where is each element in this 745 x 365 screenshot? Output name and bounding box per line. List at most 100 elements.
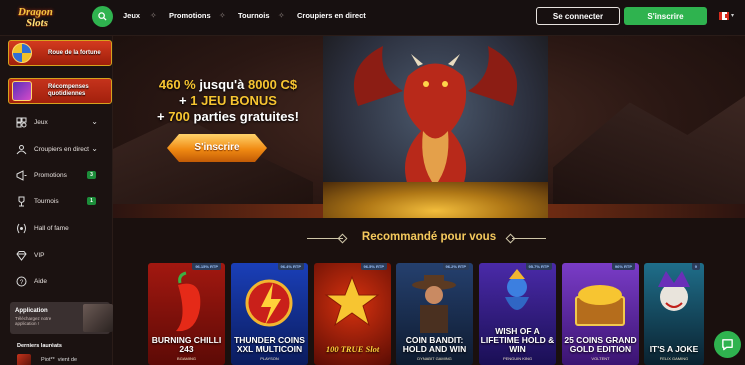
bonus-game: 1 JEU BONUS [190,93,277,108]
rtp-badge: 96.4% RTP [277,263,304,270]
app-subtitle: Téléchargez notre application ! [15,316,52,326]
games-icon [16,117,27,128]
phone-image [83,304,113,332]
svg-text:?: ? [20,279,24,286]
sidebar: Roue de la fortune Récompenses quotidien… [0,36,113,365]
sidebar-item-promotions[interactable]: Promotions 3 [16,168,106,182]
free-spins-text: parties gratuites! [189,109,299,124]
bonus-amount: 8000 C$ [247,77,298,92]
logo-text-line2: Slots [26,17,49,29]
free-spins-count: 700 [168,109,190,124]
game-provider: DYNABIT GAMING [417,356,452,361]
game-title: 100 TRUE Slot [325,344,380,354]
rtp-badge: 95.7% RTP [525,263,552,270]
laurel-icon [16,223,27,234]
game-provider: FELIX GAMING [659,356,689,361]
nav-croupiers[interactable]: Croupiers en direct [297,11,366,20]
game-title: WISH OF A LIFETIME HOLD & WIN [480,326,555,354]
dragon-slots-logo[interactable]: Dragon Slots [14,4,66,32]
live-dealer-icon [16,144,27,155]
hero-signup-button[interactable]: S'inscrire [167,134,267,162]
app-root: Dragon Slots Jeux ✧ Promotions ✧ Tournoi… [0,0,745,365]
wheel-of-fortune-card[interactable]: Roue de la fortune [8,40,112,66]
winner-row[interactable]: Piot** vient de [17,354,77,365]
sidebar-item-label: Croupiers en direct [34,145,89,153]
game-card-its-a-joke[interactable]: 9 IT'S A JOKE FELIX GAMING [644,263,704,365]
sidebar-item-label: Hall of fame [34,224,69,232]
search-button[interactable] [92,6,113,27]
hero-headline-line3: + 700 parties gratuites! [113,109,343,124]
bonus-percent: 460 % [158,77,196,92]
canada-flag-icon[interactable] [719,12,729,20]
game-title: 25 COINS GRAND GOLD EDITION [564,335,637,354]
title-decoration [512,238,546,239]
latest-winners-title: Derniers lauréats [17,343,62,349]
plus-sign: + [179,93,191,108]
sidebar-item-tournois[interactable]: Tournois 1 [16,194,106,208]
game-card-100-true-slot[interactable]: 96.5% RTP 100 TRUE Slot [314,263,391,365]
sidebar-item-vip[interactable]: VIP [16,248,106,262]
login-button[interactable]: Se connecter [536,7,620,25]
game-card-burning-chilli[interactable]: 96.15% RTP BURNING CHILLI 243 BGAMING [148,263,225,365]
nav-separator-icon: ✧ [150,11,157,20]
nav-separator-icon: ✧ [219,11,226,20]
daily-rewards-label: Récompenses quotidiennes [48,84,89,97]
rtp-badge: 9 [691,263,700,270]
game-card-thunder-coins[interactable]: 96.4% RTP THUNDER COINS XXL MULTICOIN PL… [231,263,308,365]
sidebar-item-hall-of-fame[interactable]: Hall of fame [16,221,106,235]
help-icon: ? [16,276,27,287]
top-bar: Dragon Slots Jeux ✧ Promotions ✧ Tournoi… [0,0,745,36]
hero-mountain-left [113,116,313,218]
trophy-icon [16,196,27,207]
count-badge: 1 [87,197,96,205]
chat-icon [722,339,733,351]
hero-banner[interactable]: 460 % jusqu'à 8000 C$ + 1 JEU BONUS + 70… [113,36,745,218]
fortune-wheel-icon [12,43,32,63]
plus-sign: + [156,109,169,124]
treasure-chest-icon [12,81,32,101]
game-title: THUNDER COINS XXL MULTICOIN [234,335,305,354]
game-provider: PENGUIN KING [502,356,533,361]
live-chat-button[interactable] [714,331,741,358]
sidebar-item-label: Aide [34,277,48,285]
sidebar-item-aide[interactable]: ? Aide [16,274,106,288]
search-icon [98,12,107,21]
diamond-icon [16,250,27,261]
game-title: COIN BANDIT: HOLD AND WIN [402,335,467,354]
nav-promotions[interactable]: Promotions [169,11,211,20]
game-card-wish-of-a-lifetime[interactable]: 95.7% RTP WISH OF A LIFETIME HOLD & WIN … [479,263,556,365]
hero-headline-line1: 460 % jusqu'à 8000 C$ [113,77,343,92]
signup-button[interactable]: S'inscrire [624,7,707,25]
rtp-badge: 96.2% RTP [442,263,469,270]
sidebar-item-label: VIP [34,251,45,259]
rtp-badge: 96.5% RTP [360,263,387,270]
count-badge: 3 [87,171,96,179]
winner-name: Piot** [41,357,55,363]
nav-jeux[interactable]: Jeux [123,11,140,20]
app-title: Application [15,308,48,314]
sidebar-item-label: Jeux [34,118,48,126]
hero-headline-line2: + 1 JEU BONUS [113,93,343,108]
game-title: IT'S A JOKE [649,344,699,354]
daily-rewards-card[interactable]: Récompenses quotidiennes [8,78,112,104]
megaphone-icon [16,169,27,181]
game-card-coin-bandit[interactable]: 96.2% RTP COIN BANDIT: HOLD AND WIN DYNA… [396,263,473,365]
recommended-title: Recommandé pour vous [361,231,497,243]
sidebar-item-label: Promotions [34,171,67,179]
nav-tournois[interactable]: Tournois [238,11,270,20]
game-thumbnail [17,354,31,365]
rtp-badge: 96% RTP [611,263,635,270]
sidebar-item-croupiers[interactable]: Croupiers en direct ⌄ [16,142,106,156]
game-card-25-coins[interactable]: 96% RTP 25 COINS GRAND GOLD EDITION VOLT… [562,263,639,365]
chevron-down-icon: ⌄ [91,117,98,126]
game-provider: BGAMING [177,356,196,361]
sidebar-item-label: Tournois [34,197,59,205]
chevron-down-icon[interactable]: ▾ [731,12,734,19]
game-provider: PLAYSON [260,356,279,361]
gold-pile [323,182,548,218]
cta-label: S'inscrire [194,142,240,153]
wheel-label: Roue de la fortune [48,49,101,56]
app-download-card[interactable]: Application Téléchargez notre applicatio… [10,302,113,334]
hero-mountain-right [553,96,745,218]
sidebar-item-jeux[interactable]: Jeux ⌄ [16,115,106,129]
